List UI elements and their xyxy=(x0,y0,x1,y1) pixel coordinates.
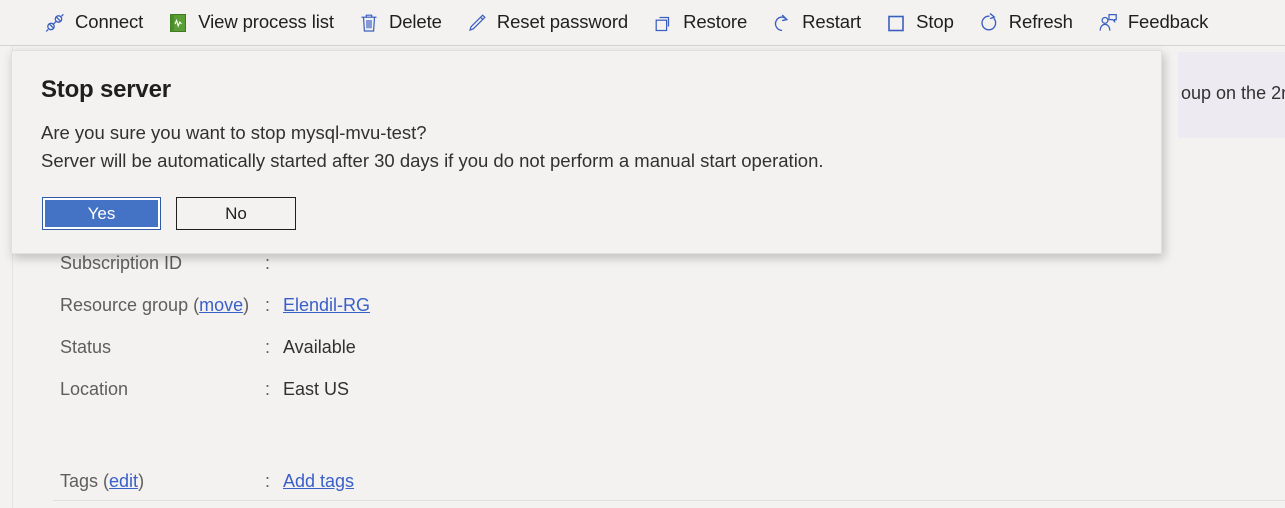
toolbar-button-delete[interactable]: Delete xyxy=(358,1,452,45)
properties-list: Subscription ID : Resource group (move) … xyxy=(60,253,580,508)
toolbar-button-connect[interactable]: Connect xyxy=(44,1,153,45)
toolbar-button-restart[interactable]: Restart xyxy=(771,1,871,45)
pencil-icon xyxy=(466,12,488,34)
property-row-status: Status : Available xyxy=(60,337,580,379)
feedback-person-icon xyxy=(1097,12,1119,34)
section-divider xyxy=(53,500,1285,501)
toolbar-button-refresh[interactable]: Refresh xyxy=(978,1,1083,45)
tags-key-suffix: ) xyxy=(138,471,145,491)
dialog-message-line-2: Server will be automatically started aft… xyxy=(41,150,824,171)
toolbar-label: Feedback xyxy=(1127,11,1209,33)
tags-key-text: Tags ( xyxy=(60,471,110,491)
property-key: Subscription ID xyxy=(60,253,183,273)
edit-tags-link[interactable]: edit xyxy=(109,471,138,491)
toolbar-label: Restore xyxy=(683,11,748,33)
stop-server-dialog: Stop server Are you sure you want to sto… xyxy=(11,50,1162,254)
restart-arrow-icon xyxy=(771,12,793,34)
property-key: Tags (edit) xyxy=(60,471,265,492)
toolbar-label: Delete xyxy=(388,11,442,33)
add-tags-link[interactable]: Add tags xyxy=(283,471,354,492)
property-key: Status xyxy=(60,337,112,357)
toolbar-label: Refresh xyxy=(1008,11,1073,33)
stop-square-icon xyxy=(885,12,907,34)
property-key: Resource group (move) xyxy=(60,295,265,316)
refresh-circle-icon xyxy=(978,12,1000,34)
property-row-location: Location : East US xyxy=(60,379,580,421)
dialog-title: Stop server xyxy=(41,76,171,103)
resource-group-link[interactable]: Elendil-RG xyxy=(283,295,370,316)
confirm-yes-button[interactable]: Yes xyxy=(42,197,161,230)
property-colon: : xyxy=(265,471,271,491)
toolbar-button-restore[interactable]: Restore xyxy=(652,1,757,45)
property-colon: : xyxy=(265,337,271,357)
toolbar-label: Connect xyxy=(75,11,144,33)
toolbar-label: Reset password xyxy=(496,11,629,33)
status-value: Available xyxy=(283,337,356,357)
location-value: East US xyxy=(283,379,350,399)
property-row-subscription-id: Subscription ID : xyxy=(60,253,580,295)
toolbar-button-feedback[interactable]: Feedback xyxy=(1097,1,1218,45)
cancel-no-button[interactable]: No xyxy=(176,197,296,230)
property-key-text: Resource group ( xyxy=(60,295,200,315)
properties-spacer xyxy=(60,421,580,471)
property-key-suffix: ) xyxy=(243,295,250,315)
toolbar-button-view-process-list[interactable]: View process list xyxy=(167,1,344,45)
command-toolbar: Connect View process list Delete Reset p… xyxy=(0,0,1285,46)
trash-icon xyxy=(358,12,380,34)
dialog-button-row: Yes No xyxy=(42,197,296,230)
toolbar-label: Stop xyxy=(916,11,954,33)
toolbar-label: View process list xyxy=(198,11,334,33)
toolbar-label: Restart xyxy=(802,11,862,33)
property-row-tags: Tags (edit) : Add tags xyxy=(60,471,580,508)
process-list-icon xyxy=(167,12,189,34)
move-resource-group-link[interactable]: move xyxy=(199,295,243,315)
restore-copy-icon xyxy=(652,12,674,34)
property-row-resource-group: Resource group (move) : Elendil-RG xyxy=(60,295,580,337)
notification-banner: oup on the 2nd xyxy=(1178,52,1285,138)
property-key: Location xyxy=(60,379,129,399)
toolbar-button-reset-password[interactable]: Reset password xyxy=(466,1,638,45)
connect-plug-icon xyxy=(44,12,66,34)
property-colon: : xyxy=(265,379,271,399)
dialog-message-line-1: Are you sure you want to stop mysql-mvu-… xyxy=(41,122,427,143)
property-colon: : xyxy=(265,295,271,315)
property-colon: : xyxy=(265,253,271,273)
toolbar-button-stop[interactable]: Stop xyxy=(885,1,964,45)
notification-banner-text: oup on the 2nd xyxy=(1181,83,1285,103)
